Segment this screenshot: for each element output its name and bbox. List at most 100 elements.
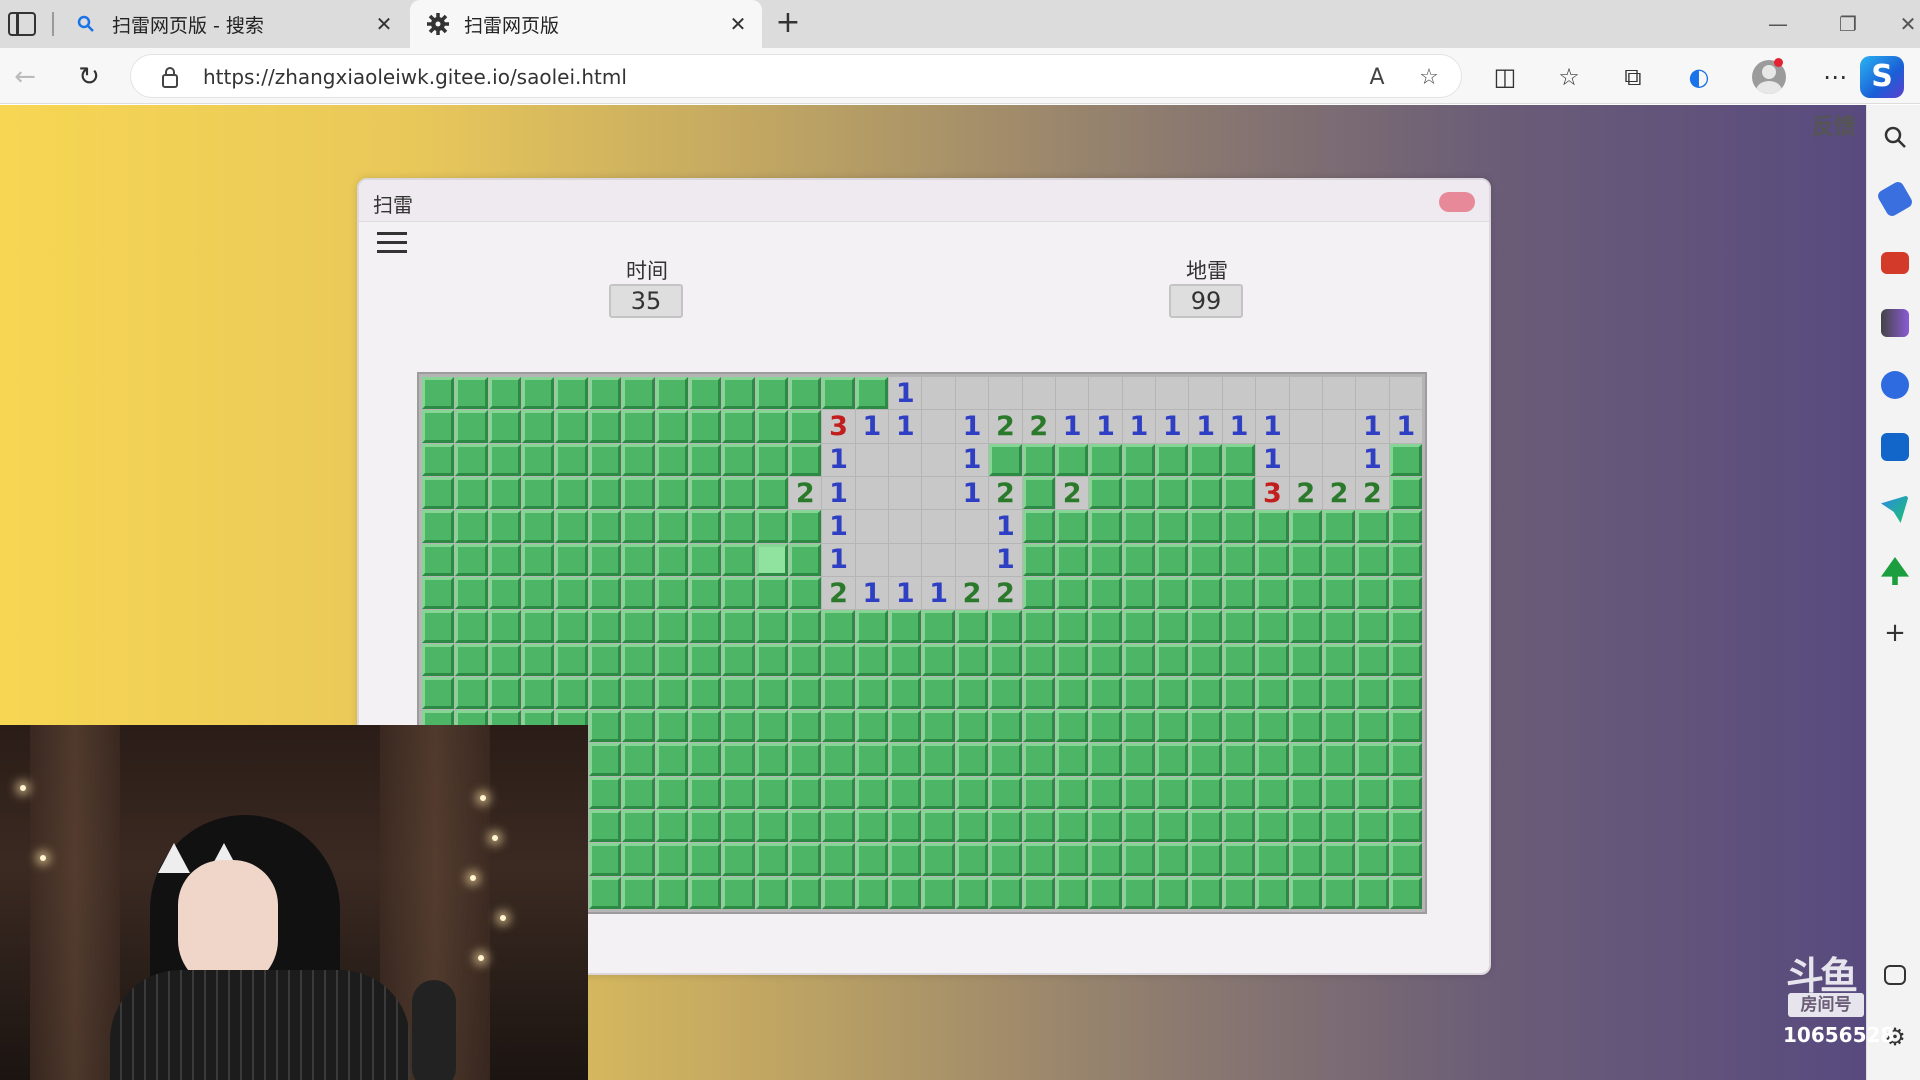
board-cell[interactable] [822,710,855,743]
board-cell[interactable] [655,843,688,876]
board-cell[interactable] [655,476,688,510]
board-cell[interactable] [1356,510,1389,543]
board-cell[interactable] [1055,710,1089,743]
board-cell[interactable] [488,610,522,643]
board-cell[interactable]: 1 [822,443,855,476]
board-cell[interactable]: 1 [955,476,989,510]
board-cell[interactable] [1089,476,1122,510]
board-cell[interactable] [955,876,989,909]
board-cell[interactable] [789,776,822,810]
feedback-button[interactable]: 反馈 [1812,109,1856,141]
board-cell[interactable] [555,377,588,410]
board-cell[interactable] [1289,543,1322,576]
board-cell[interactable] [455,443,488,476]
minimize-icon[interactable]: — [1760,8,1796,40]
games-icon[interactable] [1881,309,1909,337]
board-cell[interactable]: 1 [1122,410,1156,443]
board-cell[interactable] [922,510,955,543]
board-cell[interactable] [688,410,722,443]
board-cell[interactable] [1089,710,1122,743]
board-cell[interactable] [1222,876,1256,909]
url-text[interactable]: https://zhangxiaoleiwk.gitee.io/saolei.h… [203,65,627,89]
board-cell[interactable] [1222,643,1256,676]
board-cell[interactable] [1389,610,1422,643]
board-cell[interactable] [688,643,722,676]
board-cell[interactable] [1222,476,1256,510]
board-cell[interactable] [455,576,488,610]
board-cell[interactable] [889,543,922,576]
board-cell[interactable] [889,643,922,676]
board-cell[interactable] [955,377,989,410]
board-cell[interactable] [688,510,722,543]
board-cell[interactable] [1156,443,1189,476]
performance-icon[interactable]: ◐ [1682,60,1716,94]
board-cell[interactable] [588,543,622,576]
board-cell[interactable] [889,810,922,843]
board-cell[interactable] [789,377,822,410]
board-cell[interactable] [1222,710,1256,743]
board-cell[interactable] [1189,710,1222,743]
board-cell[interactable] [1022,443,1055,476]
board-cell[interactable] [822,876,855,909]
board-cell[interactable] [1356,843,1389,876]
board-cell[interactable] [622,377,655,410]
board-cell[interactable] [1289,776,1322,810]
board-cell[interactable] [922,810,955,843]
board-cell[interactable] [755,610,789,643]
board-cell[interactable] [1289,810,1322,843]
board-cell[interactable] [522,543,555,576]
board-cell[interactable] [1289,710,1322,743]
board-cell[interactable]: 1 [889,576,922,610]
board-cell[interactable] [1322,743,1356,776]
board-cell[interactable] [722,676,755,710]
board-cell[interactable] [955,610,989,643]
board-cell[interactable] [422,476,455,510]
board-cell[interactable] [1189,676,1222,710]
board-cell[interactable] [889,843,922,876]
board-cell[interactable] [822,743,855,776]
board-cell[interactable] [588,710,622,743]
board-cell[interactable]: 1 [1256,410,1289,443]
board-cell[interactable]: 2 [989,410,1022,443]
board-cell[interactable] [422,410,455,443]
board-cell[interactable]: 1 [1356,443,1389,476]
board-cell[interactable] [989,610,1022,643]
board-cell[interactable] [955,676,989,710]
board-cell[interactable] [655,743,688,776]
board-cell[interactable] [989,676,1022,710]
board-cell[interactable] [1122,443,1156,476]
board-cell[interactable] [855,510,889,543]
board-cell[interactable] [855,443,889,476]
board-cell[interactable] [488,576,522,610]
board-cell[interactable] [1189,476,1222,510]
board-cell[interactable] [822,610,855,643]
board-cell[interactable] [588,476,622,510]
board-cell[interactable] [1322,843,1356,876]
board-cell[interactable] [522,510,555,543]
board-cell[interactable] [1256,610,1289,643]
restore-icon[interactable]: ❐ [1830,8,1866,40]
board-cell[interactable] [1089,543,1122,576]
board-cell[interactable] [855,743,889,776]
board-cell[interactable]: 1 [1089,410,1122,443]
board-cell[interactable] [955,643,989,676]
board-cell[interactable] [1389,576,1422,610]
board-cell[interactable] [789,610,822,643]
board-cell[interactable] [455,676,488,710]
board-cell[interactable] [1189,443,1222,476]
board-cell[interactable] [955,843,989,876]
board-cell[interactable] [889,610,922,643]
board-cell[interactable] [522,443,555,476]
board-cell[interactable] [1389,377,1422,410]
board-cell[interactable] [488,510,522,543]
board-cell[interactable] [555,510,588,543]
board-cell[interactable] [1389,743,1422,776]
board-cell[interactable] [889,743,922,776]
board-cell[interactable] [622,876,655,909]
board-cell[interactable] [1289,443,1322,476]
board-cell[interactable]: 1 [1055,410,1089,443]
tab-search[interactable]: 扫雷网页版 - 搜索 ✕ [58,0,408,48]
board-cell[interactable] [1322,710,1356,743]
board-cell[interactable] [1089,576,1122,610]
board-cell[interactable] [855,476,889,510]
